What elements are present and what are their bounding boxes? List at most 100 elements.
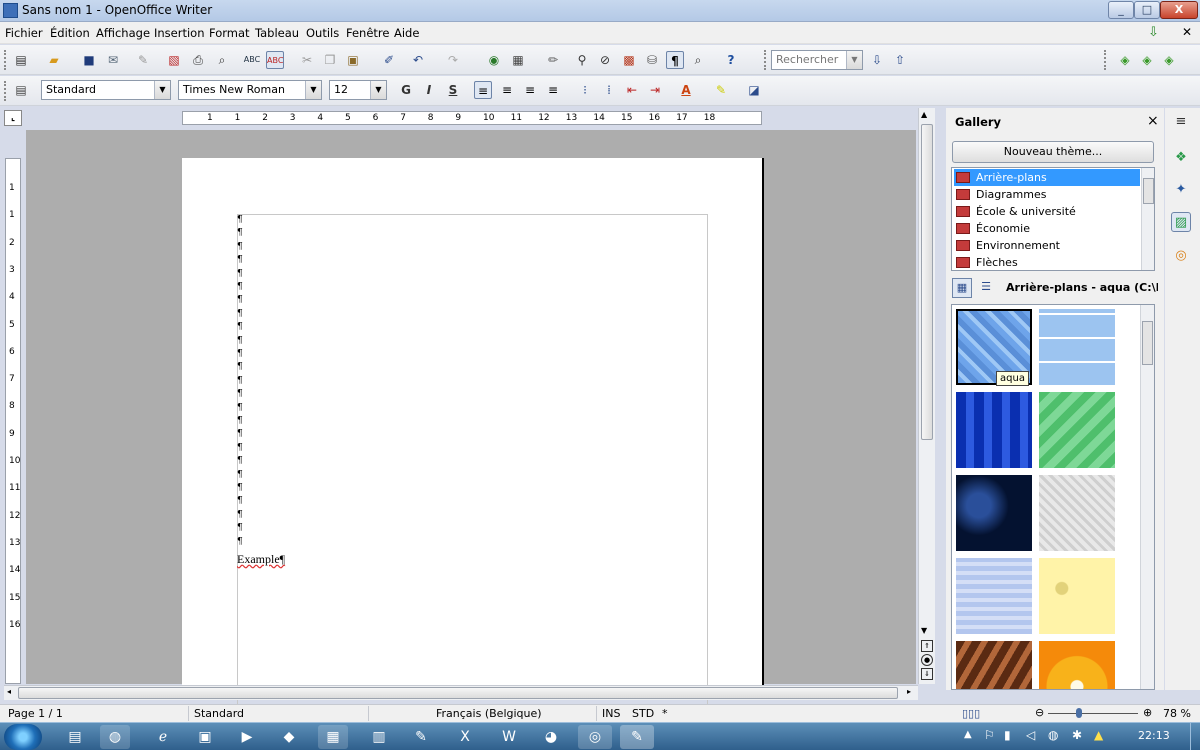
gallery-icon[interactable]: ▩ bbox=[620, 51, 638, 69]
search-input[interactable]: Rechercher ▼ bbox=[771, 50, 863, 70]
zoom-level[interactable]: 78 % bbox=[1163, 707, 1191, 720]
bullets-icon[interactable]: ⁞ bbox=[600, 81, 618, 99]
menu-aide[interactable]: Aide bbox=[394, 26, 419, 40]
theme-item[interactable]: École & université bbox=[954, 203, 1140, 220]
empty-paragraph-mark[interactable]: ¶ bbox=[237, 430, 243, 439]
horizontal-scroll-thumb[interactable] bbox=[18, 687, 898, 699]
close-button[interactable]: X bbox=[1160, 1, 1198, 19]
document-text[interactable]: Example¶ bbox=[237, 552, 285, 567]
edit-file-icon[interactable]: ✎ bbox=[134, 51, 152, 69]
empty-paragraph-mark[interactable]: ¶ bbox=[237, 417, 243, 426]
scroll-thumb[interactable] bbox=[921, 124, 933, 440]
start-button[interactable] bbox=[4, 724, 42, 750]
thumbnail-dark-blue[interactable] bbox=[956, 475, 1032, 551]
undo-icon[interactable]: ↶ bbox=[409, 51, 427, 69]
empty-paragraph-mark[interactable]: ¶ bbox=[237, 256, 243, 265]
properties-icon[interactable]: ❖ bbox=[1171, 148, 1191, 168]
styles-formatting-icon[interactable]: ▤ bbox=[12, 81, 30, 99]
print-icon[interactable]: ⎙ bbox=[189, 51, 207, 69]
drive-icon[interactable]: ▲ bbox=[1094, 728, 1103, 742]
excel-icon[interactable]: X bbox=[450, 725, 480, 749]
clock[interactable]: 22:13 bbox=[1138, 729, 1170, 742]
thumbnail-blue-squares[interactable] bbox=[956, 392, 1032, 468]
underline-button[interactable]: S bbox=[444, 81, 462, 99]
internet-explorer-icon[interactable]: ℯ bbox=[148, 725, 178, 749]
italic-button[interactable]: I bbox=[420, 81, 438, 99]
draw-functions-icon[interactable]: ✏ bbox=[544, 51, 562, 69]
menu-edition[interactable]: Édition bbox=[50, 26, 90, 40]
word-icon[interactable]: W bbox=[494, 725, 524, 749]
empty-paragraph-mark[interactable]: ¶ bbox=[237, 403, 243, 413]
volume-icon[interactable]: ◁ bbox=[1026, 728, 1035, 742]
empty-paragraph-mark[interactable]: ¶ bbox=[237, 323, 243, 332]
update-icon[interactable]: ⇩ bbox=[1148, 25, 1159, 40]
export-pdf-icon[interactable]: ▧ bbox=[165, 51, 183, 69]
copy-icon[interactable]: ❐ bbox=[321, 51, 339, 69]
menu-fichier[interactable]: Fichier bbox=[5, 26, 43, 40]
cut-icon[interactable]: ✂ bbox=[298, 51, 316, 69]
gallery-close-icon[interactable]: × bbox=[1147, 113, 1159, 129]
notepad-icon[interactable]: ▥ bbox=[364, 725, 394, 749]
chevron-down-icon[interactable]: ▼ bbox=[154, 81, 170, 99]
theme-scroll-thumb[interactable] bbox=[1143, 178, 1154, 204]
thumbnail-tiles[interactable] bbox=[1039, 309, 1115, 385]
chevron-down-icon[interactable]: ▼ bbox=[846, 51, 862, 69]
tab-stop-selector[interactable]: ⌞ bbox=[4, 110, 22, 126]
highlight-icon[interactable]: ✎ bbox=[712, 81, 730, 99]
theme-item[interactable]: Flèches bbox=[954, 254, 1140, 270]
menu-fenetre[interactable]: Fenêtre bbox=[346, 26, 389, 40]
theme-list-scrollbar[interactable] bbox=[1141, 168, 1154, 270]
media-icon[interactable]: ▣ bbox=[190, 725, 220, 749]
view-layout-icon[interactable]: ▯▯▯ bbox=[962, 707, 980, 720]
action-center-icon[interactable]: ⚐ bbox=[984, 728, 995, 742]
autospell-icon[interactable]: ABC bbox=[266, 51, 284, 69]
detail-view-icon[interactable]: ☰ bbox=[976, 278, 996, 298]
tray-expand-icon[interactable]: ▲ bbox=[964, 729, 972, 740]
extension-icon[interactable]: ◈ bbox=[1116, 51, 1134, 69]
calculator-icon[interactable]: ▦ bbox=[318, 725, 348, 749]
sidebar-menu-icon[interactable]: ≡ bbox=[1171, 112, 1191, 132]
next-page-icon[interactable]: ⇓ bbox=[921, 668, 933, 680]
empty-paragraph-mark[interactable]: ¶ bbox=[237, 363, 243, 372]
find-next-icon[interactable]: ⇩ bbox=[868, 51, 886, 69]
gimp-icon[interactable]: ◕ bbox=[536, 725, 566, 749]
align-left-icon[interactable]: ≡ bbox=[474, 81, 492, 99]
theme-item[interactable]: Diagrammes bbox=[954, 186, 1140, 203]
empty-paragraph-mark[interactable]: ¶ bbox=[237, 510, 243, 520]
new-theme-button[interactable]: Nouveau thème... bbox=[952, 141, 1154, 163]
empty-paragraph-mark[interactable]: ¶ bbox=[237, 376, 243, 386]
menu-insertion[interactable]: Insertion bbox=[154, 26, 205, 40]
thumbnail-scrollbar[interactable] bbox=[1140, 305, 1154, 689]
justify-icon[interactable]: ≡ bbox=[544, 81, 562, 99]
navigator-deck-icon[interactable]: ◎ bbox=[1171, 246, 1191, 266]
empty-paragraph-mark[interactable]: ¶ bbox=[237, 229, 243, 238]
scroll-right-icon[interactable]: ▸ bbox=[907, 687, 911, 696]
tray-app-icon[interactable]: ◍ bbox=[1048, 728, 1058, 742]
empty-paragraph-mark[interactable]: ¶ bbox=[237, 524, 243, 533]
icon-view-icon[interactable]: ▦ bbox=[952, 278, 972, 298]
network-icon[interactable]: ▮ bbox=[1004, 728, 1011, 742]
redo-icon[interactable]: ↷ bbox=[444, 51, 462, 69]
explorer-icon[interactable]: ▤ bbox=[60, 725, 90, 749]
thumbnail-cheese[interactable] bbox=[1039, 558, 1115, 634]
decrease-indent-icon[interactable]: ⇤ bbox=[623, 81, 641, 99]
print-preview-icon[interactable]: ⌕ bbox=[213, 51, 231, 69]
zoom-slider[interactable] bbox=[1048, 713, 1138, 714]
navigation-icon[interactable]: ● bbox=[921, 654, 933, 666]
empty-paragraph-mark[interactable]: ¶ bbox=[237, 216, 243, 225]
gallery-deck-icon[interactable]: ▨ bbox=[1171, 212, 1191, 232]
empty-paragraph-mark[interactable]: ¶ bbox=[237, 309, 243, 319]
vertical-ruler[interactable]: 1 1 2 3 4 5 6 7 8 9 10 11 12 13 14 15 16 bbox=[5, 158, 21, 684]
empty-paragraph-mark[interactable]: ¶ bbox=[237, 537, 243, 547]
empty-paragraph-mark[interactable]: ¶ bbox=[237, 484, 243, 493]
thumbnail-white-texture[interactable] bbox=[1039, 475, 1115, 551]
numbering-icon[interactable]: ⁝ bbox=[576, 81, 594, 99]
paste-icon[interactable]: ▣ bbox=[344, 51, 362, 69]
spellcheck-icon[interactable]: ABC bbox=[243, 51, 261, 69]
formatting-marks-icon[interactable]: ¶ bbox=[666, 51, 684, 69]
empty-paragraph-mark[interactable]: ¶ bbox=[237, 283, 243, 292]
empty-paragraph-mark[interactable]: ¶ bbox=[237, 242, 243, 252]
thumbnail-brown[interactable] bbox=[956, 641, 1032, 689]
thumbnail-green[interactable] bbox=[1039, 392, 1115, 468]
zoom-slider-thumb[interactable] bbox=[1076, 708, 1082, 718]
